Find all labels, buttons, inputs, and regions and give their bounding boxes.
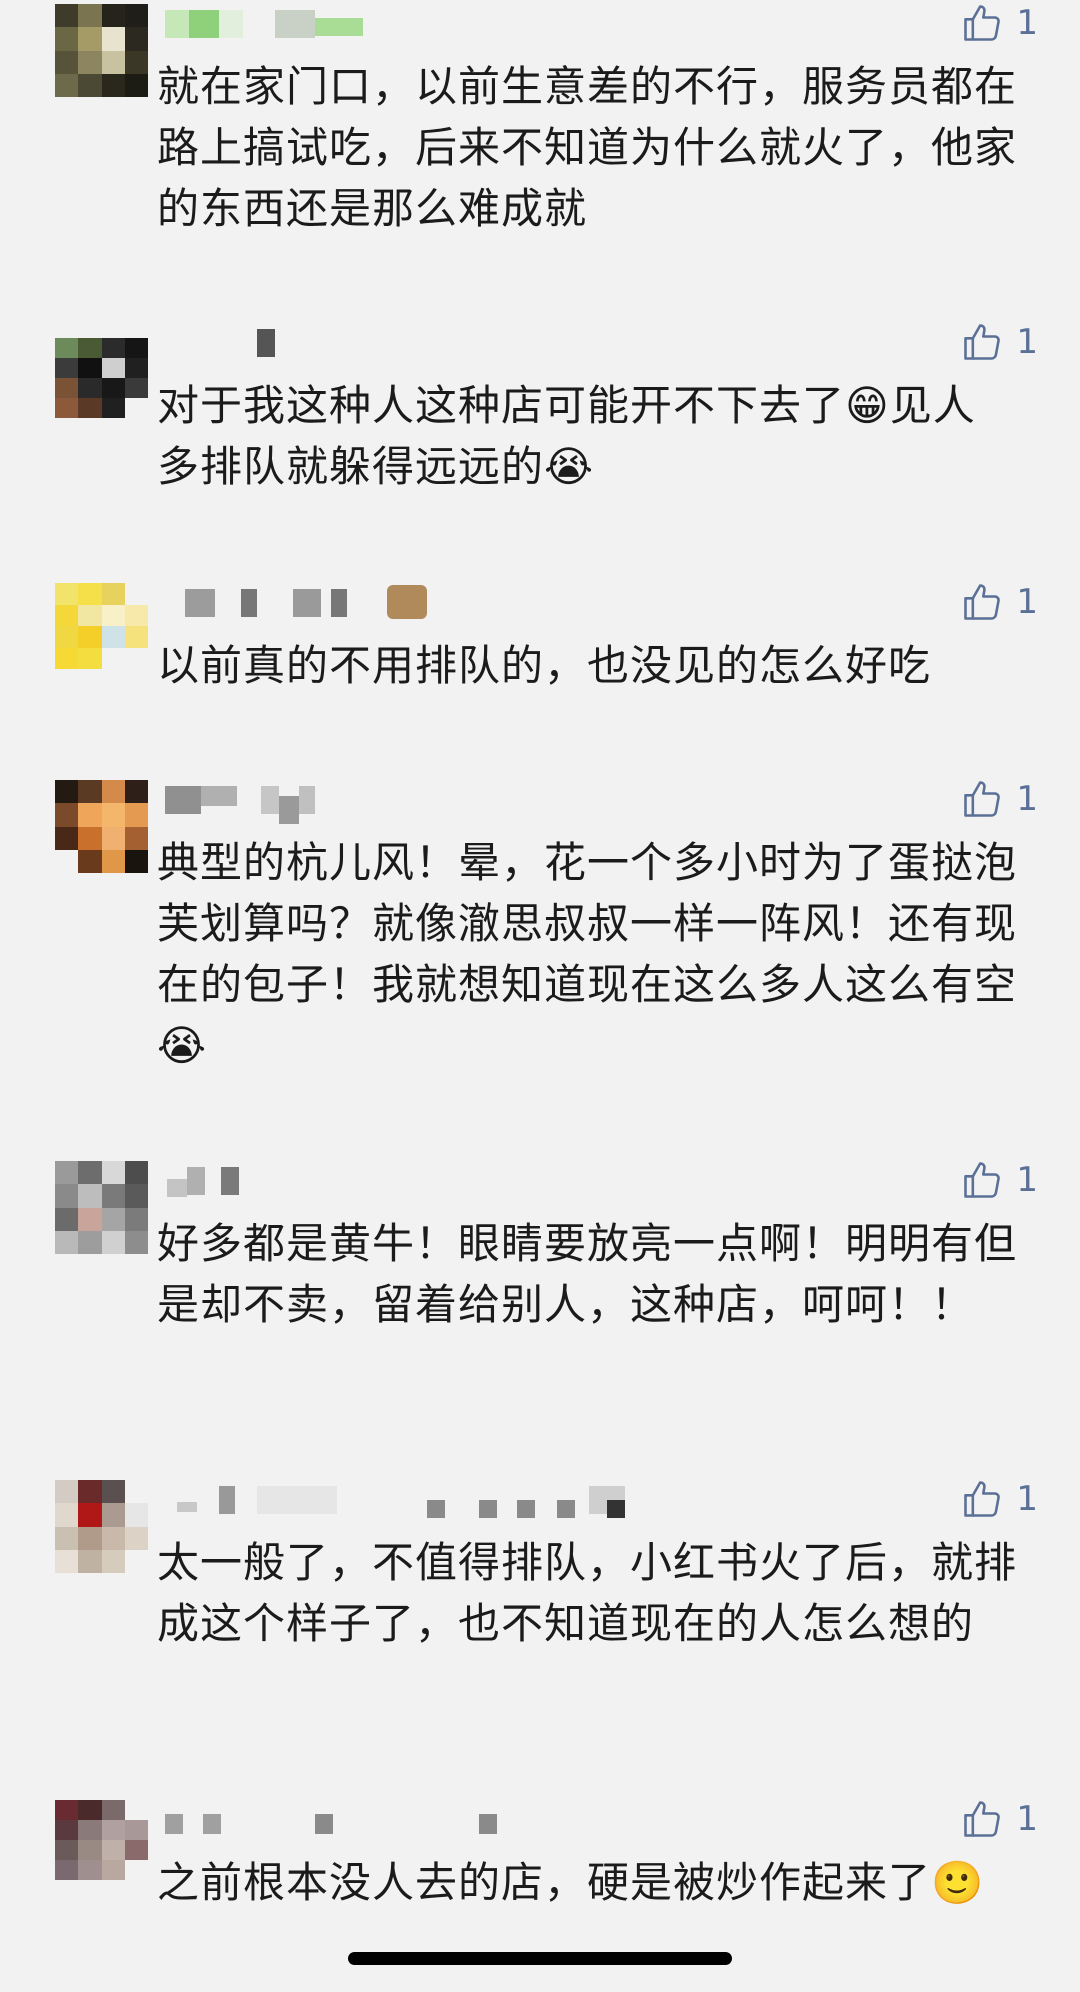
thumbs-up-icon bbox=[964, 1162, 1001, 1198]
comment-text: 之前根本没人去的店，硬是被炒作起来了🙂 bbox=[157, 1858, 985, 1907]
thumbs-up-icon bbox=[964, 5, 1001, 41]
comment-text: 典型的杭儿风！晕，花一个多小时为了蛋挞泡芙划算吗？就像澈思叔叔一样一阵风！还有现… bbox=[157, 838, 1018, 1070]
avatar[interactable] bbox=[55, 780, 148, 873]
avatar[interactable] bbox=[55, 1480, 148, 1573]
comment-text: 好多都是黄牛！眼睛要放亮一点啊！明明有但是却不卖，留着给别人，这种店，呵呵！！ bbox=[157, 1219, 1018, 1329]
avatar[interactable] bbox=[55, 338, 148, 418]
username-pixelated[interactable] bbox=[157, 1161, 677, 1201]
comment-text: 以前真的不用排队的，也没见的怎么好吃 bbox=[157, 641, 932, 690]
avatar[interactable] bbox=[55, 583, 148, 669]
home-indicator[interactable] bbox=[348, 1952, 732, 1965]
like-count: 1 bbox=[1016, 779, 1038, 819]
like-button[interactable]: 1 bbox=[960, 579, 1038, 625]
avatar[interactable] bbox=[55, 1800, 148, 1880]
comment-text: 对于我这种人这种店可能开不下去了😁见人多排队就躲得远远的😭 bbox=[157, 381, 976, 491]
comment-text: 就在家门口，以前生意差的不行，服务员都在路上搞试吃，后来不知道为什么就火了，他家… bbox=[157, 62, 1018, 233]
thumbs-up-icon bbox=[964, 584, 1001, 620]
thumbs-up-icon bbox=[964, 1801, 1001, 1837]
thumbs-up-icon bbox=[964, 781, 1001, 817]
username-pixelated[interactable] bbox=[157, 583, 677, 623]
like-count: 1 bbox=[1016, 322, 1038, 362]
comment-text: 太一般了，不值得排队，小红书火了后，就排成这个样子了，也不知道现在的人怎么想的 bbox=[157, 1538, 1018, 1648]
avatar[interactable] bbox=[55, 1161, 148, 1254]
like-button[interactable]: 1 bbox=[960, 1796, 1038, 1842]
thumbs-up-icon bbox=[964, 324, 1001, 360]
username-pixelated[interactable] bbox=[157, 1480, 677, 1520]
avatar[interactable] bbox=[55, 4, 148, 97]
like-count: 1 bbox=[1016, 1160, 1038, 1200]
like-button[interactable]: 1 bbox=[960, 1476, 1038, 1522]
like-count: 1 bbox=[1016, 1799, 1038, 1839]
like-count: 1 bbox=[1016, 582, 1038, 622]
thumbs-up-icon bbox=[964, 1481, 1001, 1517]
like-button[interactable]: 1 bbox=[960, 0, 1038, 46]
username-pixelated[interactable] bbox=[157, 4, 677, 44]
username-pixelated[interactable] bbox=[157, 1800, 677, 1840]
username-pixelated[interactable] bbox=[157, 323, 677, 363]
username-pixelated[interactable] bbox=[157, 780, 677, 824]
like-count: 1 bbox=[1016, 3, 1038, 43]
like-count: 1 bbox=[1016, 1479, 1038, 1519]
like-button[interactable]: 1 bbox=[960, 776, 1038, 822]
like-button[interactable]: 1 bbox=[960, 319, 1038, 365]
like-button[interactable]: 1 bbox=[960, 1157, 1038, 1203]
